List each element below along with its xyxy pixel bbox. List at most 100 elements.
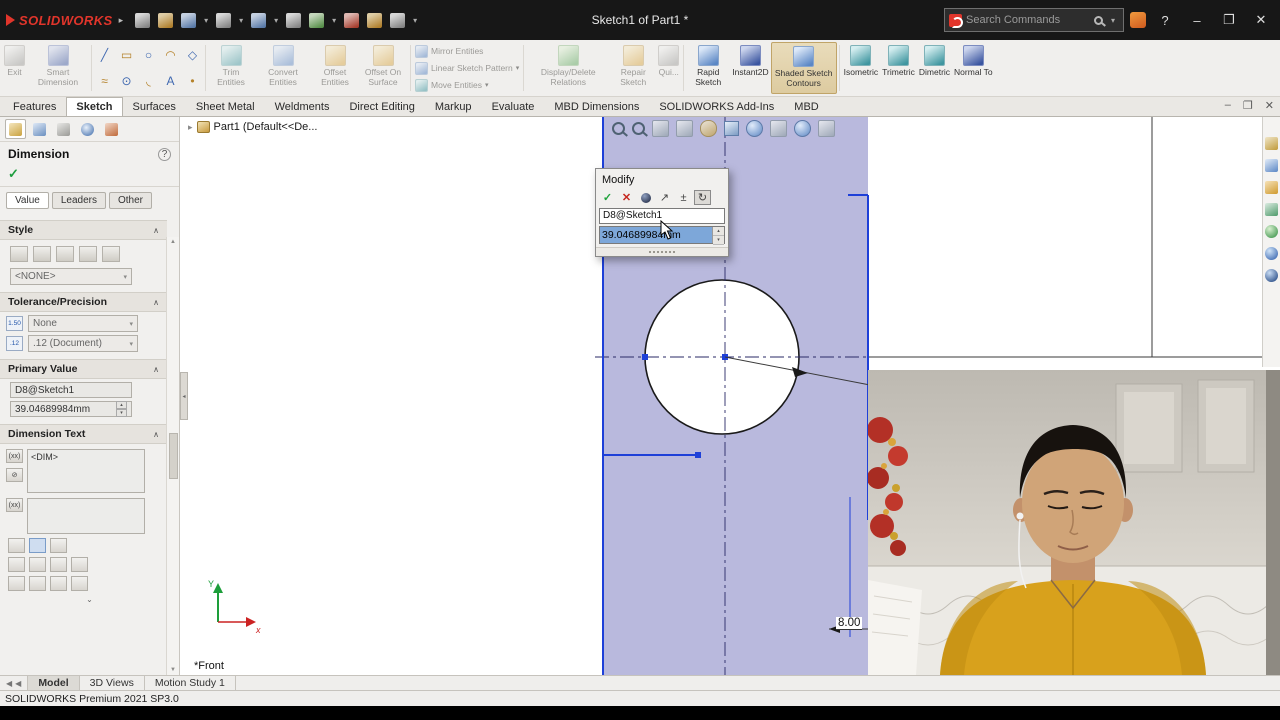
modify-value-selected-text[interactable]: 39.04689984mm (600, 227, 712, 243)
scroll-thumb[interactable] (168, 433, 178, 479)
forum-icon[interactable] (1265, 269, 1278, 282)
style-dropdown[interactable]: <NONE> ▾ (10, 268, 132, 285)
view-settings-icon[interactable] (818, 120, 835, 137)
search-icon[interactable] (1093, 15, 1103, 25)
rectangle-tool-icon[interactable]: ▭ (116, 43, 137, 68)
view-palette-icon[interactable] (1265, 203, 1278, 216)
justify-middle-icon[interactable] (29, 557, 46, 572)
dynamic-annotation-views-icon[interactable] (700, 120, 717, 137)
dimension-note-box[interactable] (27, 498, 145, 534)
justify-bottom-icon[interactable] (50, 557, 67, 572)
tab-mbd[interactable]: MBD (784, 97, 828, 116)
primary-value-name-field[interactable]: D8@Sketch1 (10, 382, 132, 398)
tab-3d-views[interactable]: 3D Views (80, 676, 145, 690)
convert-entities-button[interactable]: Convert Entities (254, 42, 312, 94)
open-file-icon[interactable] (158, 12, 174, 28)
design-library-icon[interactable] (1265, 159, 1278, 172)
panel-more-icon[interactable]: ⌄ (0, 591, 179, 604)
arc-tool-icon[interactable]: ◠ (160, 43, 181, 68)
delete-style-icon[interactable] (79, 246, 97, 262)
print-icon[interactable] (216, 12, 232, 28)
rapid-sketch-button[interactable]: Rapid Sketch (686, 42, 730, 94)
modify-cancel-icon[interactable]: ✕ (618, 190, 635, 205)
sketch-endpoint[interactable] (695, 452, 701, 458)
tab-markup[interactable]: Markup (425, 97, 482, 116)
previous-view-icon[interactable] (652, 120, 669, 137)
tree-expand-icon[interactable]: ▸ (188, 122, 193, 133)
doc-minimize-icon[interactable]: – (1225, 99, 1231, 112)
modify-increment-icon[interactable]: ± (675, 190, 692, 205)
justify-top-icon[interactable] (8, 557, 25, 572)
help-button[interactable]: ? (1152, 13, 1178, 28)
move-entities-button[interactable]: Move Entities ▾ (415, 78, 519, 92)
close-button[interactable]: ✕ (1248, 12, 1274, 28)
options-dropdown-icon[interactable]: ▾ (413, 16, 417, 25)
smart-dimension-button[interactable]: Smart Dimension (27, 42, 89, 94)
modify-dialog[interactable]: Modify ✓ ✕ ↗ ± ↻ D8@Sketch1 39.04689984m… (595, 168, 729, 257)
point-tool-icon[interactable]: • (182, 69, 203, 94)
undo-dropdown-icon[interactable]: ▾ (274, 16, 278, 25)
hide-show-items-icon[interactable] (770, 120, 787, 137)
first-study-icon[interactable]: ◀ (6, 679, 12, 688)
display-style-icon[interactable] (746, 120, 763, 137)
spin-up-icon[interactable]: ▴ (713, 227, 724, 236)
collapse-icon[interactable]: ∧ (153, 365, 159, 374)
help-icon[interactable]: ? (158, 147, 171, 161)
dimension-text-section-header[interactable]: Dimension Text ∧ (0, 424, 167, 444)
view-orientation-icon[interactable] (724, 121, 739, 136)
select-icon[interactable] (309, 12, 325, 28)
primary-value-field[interactable]: 39.04689984mm ▴ ▾ (10, 401, 132, 417)
primary-value-section-header[interactable]: Primary Value ∧ (0, 359, 167, 379)
tab-mbd-dimensions[interactable]: MBD Dimensions (544, 97, 649, 116)
feature-tree-root-label[interactable]: Part1 (Default<<De... (214, 121, 318, 133)
collapse-icon[interactable]: ∧ (153, 298, 159, 307)
linear-sketch-pattern-button[interactable]: Linear Sketch Pattern ▾ (415, 61, 519, 75)
menu-expand-icon[interactable]: ▸ (119, 15, 124, 26)
quick-snaps-button[interactable]: Qui... (656, 42, 681, 94)
panel-scrollbar[interactable]: ▲ ▼ (166, 237, 179, 675)
search-commands-box[interactable]: ▾ (944, 8, 1124, 32)
ellipse-tool-icon[interactable]: ⊙ (116, 69, 137, 94)
tab-sketch[interactable]: Sketch (66, 97, 123, 116)
collapse-icon[interactable]: ∧ (153, 430, 159, 439)
home-resources-icon[interactable] (1265, 137, 1278, 150)
minimize-button[interactable]: – (1184, 13, 1210, 28)
login-user-icon[interactable] (1130, 12, 1146, 28)
linear-dimension-value[interactable]: 8.00 (836, 617, 863, 630)
trimetric-view-button[interactable]: Trimetric (880, 42, 917, 94)
fillet-tool-icon[interactable]: ◟ (138, 69, 159, 94)
dimxpert-manager-tab[interactable] (77, 119, 98, 139)
panel-splitter-handle[interactable]: ◂ (180, 372, 188, 420)
select-dropdown-icon[interactable]: ▾ (332, 16, 336, 25)
flyout-feature-tree[interactable]: ▸ Part1 (Default<<De... (188, 121, 317, 133)
move-entities-dropdown-icon[interactable]: ▾ (485, 81, 489, 89)
previous-study-icon[interactable]: ◀ (15, 679, 21, 688)
instant2d-button[interactable]: Instant2D (730, 42, 770, 94)
edit-appearance-icon[interactable] (794, 120, 811, 137)
panel-ok-icon[interactable]: ✓ (0, 164, 179, 187)
shaded-sketch-contours-button[interactable]: Shaded Sketch Contours (770, 42, 837, 94)
file-properties-icon[interactable] (367, 12, 383, 28)
rebuild-icon[interactable] (344, 12, 360, 28)
exit-sketch-button[interactable]: Exit (2, 42, 27, 94)
options-gear-icon[interactable] (390, 12, 406, 28)
polygon-tool-icon[interactable]: ◇ (182, 43, 203, 68)
add-style-icon[interactable] (33, 246, 51, 262)
tab-solidworks-add-ins[interactable]: SOLIDWORKS Add-Ins (649, 97, 784, 116)
justify-outside-icon[interactable] (71, 557, 88, 572)
scroll-up-icon[interactable]: ▲ (170, 239, 176, 245)
section-view-icon[interactable] (676, 120, 693, 137)
tab-surfaces[interactable]: Surfaces (123, 97, 186, 116)
offset-entities-button[interactable]: Offset Entities (312, 42, 358, 94)
save-icon[interactable] (181, 12, 197, 28)
tab-model[interactable]: Model (28, 676, 80, 690)
file-explorer-icon[interactable] (1265, 181, 1278, 194)
search-dropdown-icon[interactable]: ▾ (1111, 16, 1115, 25)
mirror-entities-button[interactable]: Mirror Entities (415, 44, 519, 58)
apply-default-style-icon[interactable] (10, 246, 28, 262)
inspection-dimension-icon[interactable]: ⊘ (6, 468, 23, 482)
offset-on-surface-button[interactable]: Offset On Surface (358, 42, 408, 94)
line-tool-icon[interactable]: ╱ (94, 43, 115, 68)
circle-quadrant-point[interactable] (642, 354, 648, 360)
more-symbols-icon[interactable] (71, 576, 88, 591)
